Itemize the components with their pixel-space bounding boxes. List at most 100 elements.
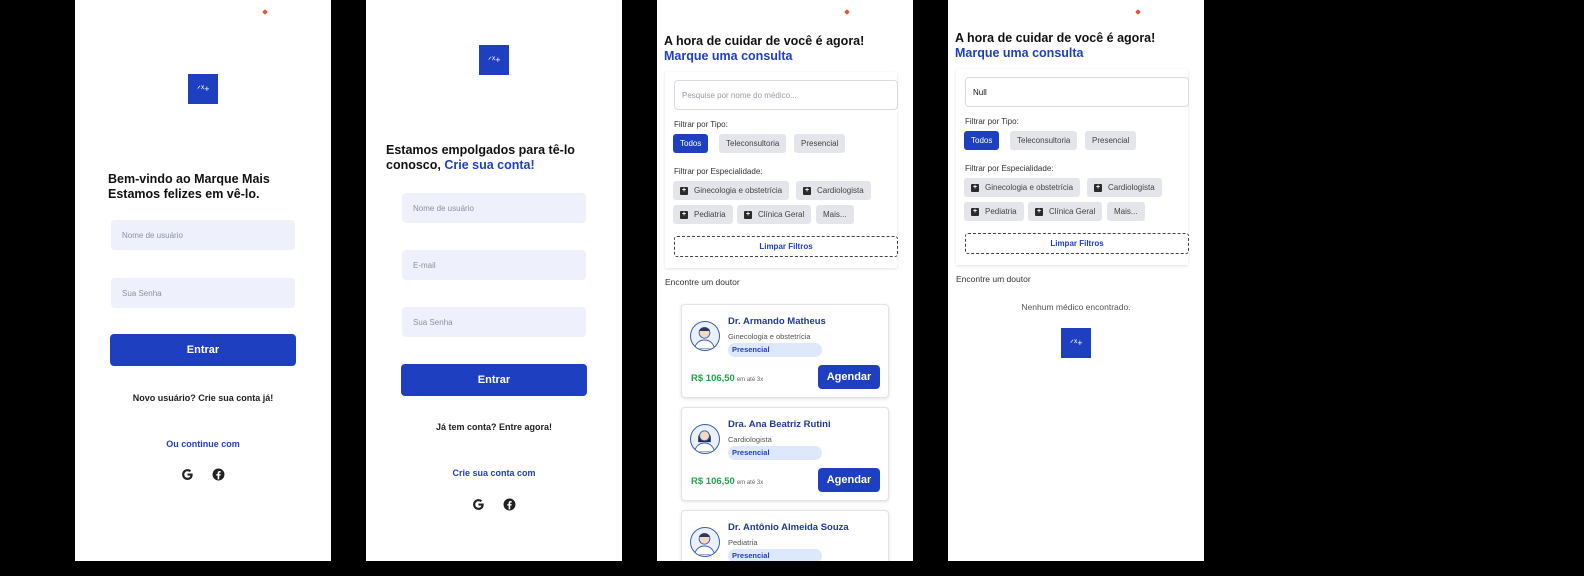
chip-label: Pediatria bbox=[694, 210, 726, 219]
app-logo: ᐟᕽ+ bbox=[188, 74, 218, 104]
type-filter-label: Filtrar por Tipo: bbox=[965, 117, 1019, 126]
doctor-name: Dr. Antônio Almeida Souza bbox=[728, 522, 849, 533]
type-chip-teleconsultoria[interactable]: Teleconsultoria bbox=[1010, 131, 1078, 150]
app-logo: ᐟᕽ+ bbox=[479, 45, 509, 75]
search-heading: A hora de cuidar de você é agora! Marque… bbox=[955, 31, 1155, 61]
status-indicator bbox=[844, 9, 850, 15]
search-heading-line1: A hora de cuidar de você é agora! bbox=[664, 34, 865, 48]
specialty-chip-ginecologia[interactable]: + Ginecologia e obstetrícia bbox=[673, 181, 790, 200]
username-input[interactable] bbox=[111, 220, 295, 250]
plus-icon: + bbox=[1094, 183, 1102, 192]
consultation-type-badge: Presencial bbox=[728, 446, 822, 460]
doctor-price: R$ 106,50 em até 3x bbox=[691, 373, 763, 384]
create-account-link[interactable]: Crie sua conta! bbox=[444, 158, 534, 172]
clear-filters-button[interactable]: Limpar Filtros bbox=[674, 236, 898, 257]
type-chip-all[interactable]: Todos bbox=[673, 134, 709, 153]
plus-icon: + bbox=[744, 210, 752, 219]
search-screen: A hora de cuidar de você é agora! Marque… bbox=[657, 0, 913, 561]
doctor-avatar-icon bbox=[690, 424, 720, 454]
type-chip-all[interactable]: Todos bbox=[964, 131, 1000, 150]
specialty-chip-cardiologista[interactable]: + Cardiologista bbox=[796, 181, 871, 200]
schedule-button[interactable]: Agendar bbox=[818, 365, 880, 389]
filter-panel: Filtrar por Tipo: Todos Teleconsultoria … bbox=[956, 69, 1189, 265]
signup-prompt[interactable]: Novo usuário? Crie sua conta já! bbox=[75, 393, 331, 403]
signup-screen: ᐟᕽ+ Estamos empolgados para tê-lo conosc… bbox=[366, 0, 622, 561]
google-icon[interactable] bbox=[471, 497, 485, 511]
signup-submit-button[interactable]: Entrar bbox=[401, 364, 587, 396]
doctor-search-input[interactable] bbox=[674, 80, 898, 110]
login-screen: ᐟᕽ+ Bem-vindo ao Marque Mais Estamos fel… bbox=[75, 0, 331, 561]
specialty-chip-ginecologia[interactable]: + Ginecologia e obstetrícia bbox=[964, 178, 1081, 197]
consultation-type-badge: Presencial bbox=[728, 343, 822, 357]
continue-with-label: Ou continue com bbox=[166, 439, 240, 449]
doctor-name: Dra. Ana Beatriz Rutini bbox=[728, 419, 831, 430]
search-heading-line1: A hora de cuidar de você é agora! bbox=[955, 31, 1156, 45]
plus-icon: + bbox=[680, 210, 688, 219]
doctor-specialty: Pediatria bbox=[728, 538, 758, 547]
doctor-search-input[interactable] bbox=[965, 77, 1189, 107]
plus-icon: + bbox=[971, 207, 979, 216]
type-chip-presencial[interactable]: Presencial bbox=[794, 134, 846, 153]
login-prompt[interactable]: Já tem conta? Entre agora! bbox=[366, 422, 622, 432]
signup-heading-line2: conosco, bbox=[386, 158, 445, 172]
status-indicator bbox=[1135, 9, 1141, 15]
schedule-button[interactable]: Agendar bbox=[818, 468, 880, 492]
signup-heading-line1: Estamos empolgados para tê-lo bbox=[386, 143, 575, 157]
google-icon[interactable] bbox=[180, 467, 194, 481]
clear-filters-button[interactable]: Limpar Filtros bbox=[965, 233, 1189, 254]
username-input[interactable] bbox=[402, 193, 586, 223]
consultation-type-badge: Presencial bbox=[728, 549, 822, 561]
specialty-filter-label: Filtrar por Especialidade: bbox=[674, 167, 763, 176]
chip-label: Ginecologia e obstetrícia bbox=[694, 186, 783, 195]
facebook-icon[interactable] bbox=[211, 467, 225, 481]
doctor-avatar-icon bbox=[690, 527, 720, 557]
doctor-name: Dr. Armando Matheus bbox=[728, 316, 826, 327]
doctor-card[interactable]: Dr. Antônio Almeida Souza Pediatria Pres… bbox=[681, 510, 889, 561]
find-doctor-label: Encontre um doutor bbox=[665, 277, 740, 287]
type-chip-presencial[interactable]: Presencial bbox=[1085, 131, 1137, 150]
password-input[interactable] bbox=[111, 278, 295, 308]
plus-icon: + bbox=[1035, 207, 1043, 216]
specialty-chip-cardiologista[interactable]: + Cardiologista bbox=[1087, 178, 1162, 197]
specialty-chip-pediatria[interactable]: + Pediatria bbox=[964, 202, 1024, 221]
login-heading-line2: Estamos felizes em vê-lo. bbox=[108, 187, 260, 201]
empty-results-message: Nenhum médico encontrado. bbox=[1021, 302, 1131, 312]
filter-panel: Filtrar por Tipo: Todos Teleconsultoria … bbox=[665, 72, 898, 268]
chip-label: Cardiologista bbox=[1108, 183, 1155, 192]
plus-icon: + bbox=[680, 186, 688, 195]
search-subheading: Marque uma consulta bbox=[664, 49, 793, 63]
email-input[interactable] bbox=[402, 250, 586, 280]
doctor-price: R$ 106,50 em até 3x bbox=[691, 476, 763, 487]
login-heading: Bem-vindo ao Marque Mais Estamos felizes… bbox=[108, 172, 270, 202]
password-input[interactable] bbox=[402, 307, 586, 337]
facebook-icon[interactable] bbox=[502, 497, 516, 511]
login-button[interactable]: Entrar bbox=[110, 334, 296, 366]
type-filter-label: Filtrar por Tipo: bbox=[674, 120, 728, 129]
specialty-chip-more[interactable]: Mais... bbox=[816, 205, 854, 224]
specialty-chip-more[interactable]: Mais... bbox=[1107, 202, 1145, 221]
specialty-chip-clinica-geral[interactable]: + Clínica Geral bbox=[737, 205, 812, 224]
doctor-card[interactable]: Dra. Ana Beatriz Rutini Cardiologista Pr… bbox=[681, 407, 889, 501]
type-chip-teleconsultoria[interactable]: Teleconsultoria bbox=[719, 134, 787, 153]
specialty-chip-clinica-geral[interactable]: + Clínica Geral bbox=[1028, 202, 1103, 221]
status-indicator bbox=[262, 9, 268, 15]
create-with-label: Crie sua conta com bbox=[452, 468, 536, 478]
chip-label: Clínica Geral bbox=[758, 210, 805, 219]
specialty-filter-label: Filtrar por Especialidade: bbox=[965, 164, 1054, 173]
chip-label: Clínica Geral bbox=[1049, 207, 1096, 216]
price-installments: em até 3x bbox=[736, 480, 764, 486]
specialty-chip-pediatria[interactable]: + Pediatria bbox=[673, 205, 733, 224]
doctor-specialty: Cardiologista bbox=[728, 435, 772, 444]
doctor-specialty: Ginecologia e obstetrícia bbox=[728, 332, 811, 341]
search-heading: A hora de cuidar de você é agora! Marque… bbox=[664, 34, 864, 64]
price-value: R$ 106,50 bbox=[691, 373, 735, 384]
search-empty-screen: A hora de cuidar de você é agora! Marque… bbox=[948, 0, 1204, 561]
plus-icon: + bbox=[803, 186, 811, 195]
app-logo: ᐟᕽ+ bbox=[1061, 328, 1091, 358]
plus-icon: + bbox=[971, 183, 979, 192]
doctor-card[interactable]: Dr. Armando Matheus Ginecologia e obstet… bbox=[681, 304, 889, 398]
login-heading-line1: Bem-vindo ao Marque Mais bbox=[108, 172, 270, 186]
find-doctor-label: Encontre um doutor bbox=[956, 274, 1031, 284]
signup-heading: Estamos empolgados para tê-lo conosco, C… bbox=[386, 143, 575, 173]
search-subheading: Marque uma consulta bbox=[955, 46, 1084, 60]
